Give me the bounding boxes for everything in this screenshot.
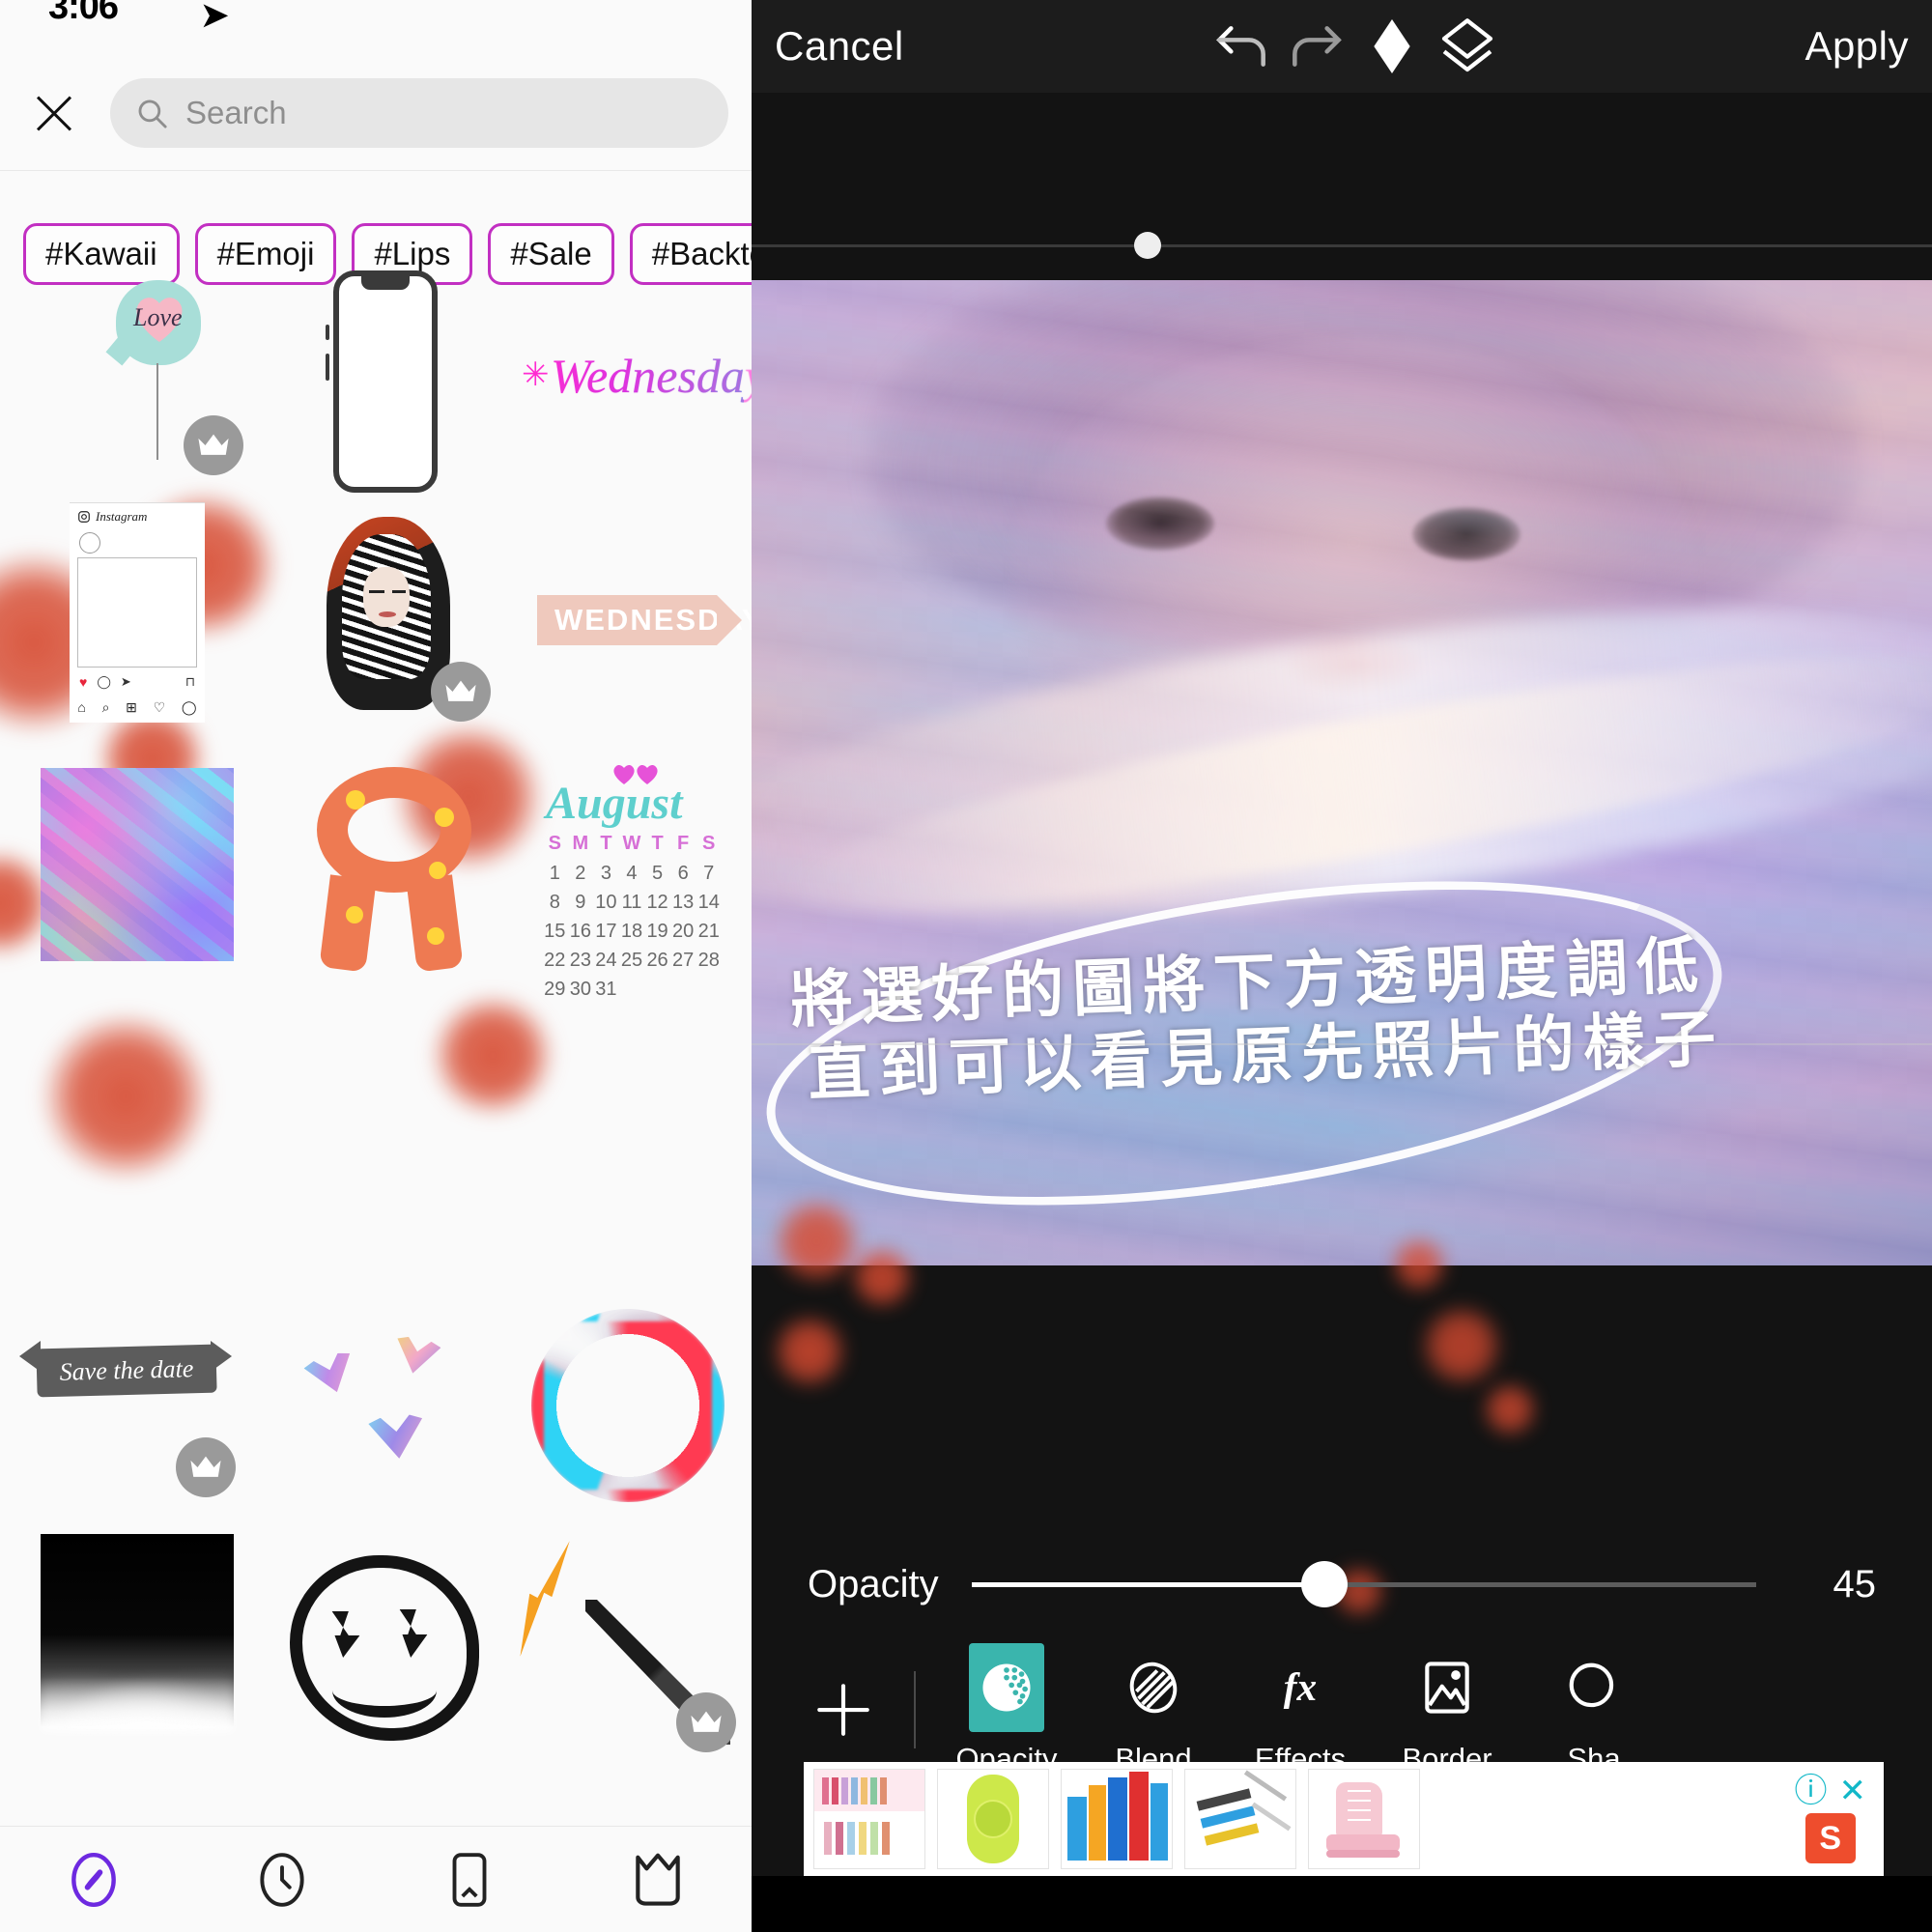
- undo-button[interactable]: [1204, 9, 1279, 84]
- layers-icon: [1441, 18, 1493, 72]
- discover-icon: [71, 1852, 117, 1907]
- layer-slider-track[interactable]: [752, 244, 1932, 247]
- layers-button[interactable]: [1430, 9, 1505, 84]
- tool-border[interactable]: Border: [1374, 1643, 1520, 1776]
- wednesday-neon-sticker[interactable]: ✳ Wednesday: [522, 348, 752, 415]
- holographic-square-sticker[interactable]: [41, 768, 234, 961]
- instagram-camera-icon: [78, 511, 90, 523]
- plus-icon: [817, 1684, 869, 1736]
- opacity-slider-knob[interactable]: [1301, 1560, 1349, 1607]
- close-ad-icon[interactable]: ✕: [1839, 1775, 1867, 1807]
- add-layer-button[interactable]: [790, 1678, 896, 1742]
- editor-toolbar: Cancel Apply: [752, 0, 1932, 93]
- home-indicator-area: [752, 1876, 1932, 1932]
- premium-crown-badge[interactable]: [184, 415, 243, 475]
- orange-scarf-sticker[interactable]: [307, 761, 500, 974]
- heart-blob: [771, 1314, 848, 1389]
- tool-shadow[interactable]: Sha: [1520, 1643, 1667, 1776]
- heart-blob: [1418, 1304, 1505, 1387]
- header-divider: [0, 170, 752, 171]
- status-time: 3:06: [48, 0, 119, 27]
- chip-backtoschool[interactable]: #BacktoSchool: [629, 223, 752, 285]
- photo-canvas[interactable]: 將選好的圖將下方透明度調低 直到可以看見原先照片的樣子: [752, 280, 1932, 1265]
- butterflies-sticker[interactable]: [299, 1333, 473, 1488]
- chip-emoji[interactable]: #Emoji: [194, 223, 337, 285]
- opacity-slider-fill: [971, 1581, 1325, 1587]
- redo-icon: [1293, 26, 1342, 67]
- opacity-label: Opacity: [808, 1562, 939, 1605]
- cancel-button[interactable]: Cancel: [775, 23, 904, 70]
- shadow-icon: [1569, 1662, 1614, 1708]
- save-the-date-banner-sticker[interactable]: Save the date: [19, 1333, 242, 1497]
- undo-icon: [1216, 26, 1266, 67]
- orange-lightning-sticker[interactable]: [551, 1536, 752, 1758]
- status-bar: 3:06: [0, 0, 752, 43]
- ad-banner[interactable]: ⓘ ✕ S: [804, 1762, 1884, 1876]
- layer-slider-knob[interactable]: [1134, 232, 1161, 259]
- tool-effects[interactable]: fx Effects: [1227, 1643, 1374, 1776]
- redo-button[interactable]: [1279, 9, 1354, 84]
- chip-kawaii[interactable]: #Kawaii: [23, 223, 180, 285]
- ad-item-lipstick-set[interactable]: [813, 1769, 925, 1869]
- apply-button[interactable]: Apply: [1804, 23, 1909, 70]
- saved-bookmark-icon: [452, 1852, 487, 1907]
- close-icon[interactable]: [23, 82, 85, 144]
- sidebar-item-discover[interactable]: [45, 1832, 142, 1928]
- canvas-guide-line: [752, 1043, 1932, 1045]
- search-input[interactable]: Search: [110, 78, 728, 148]
- love-balloon-sticker[interactable]: Love: [105, 280, 280, 493]
- search-placeholder: Search: [185, 95, 287, 130]
- tool-opacity[interactable]: Opacity: [933, 1643, 1080, 1776]
- chip-sale[interactable]: #Sale: [488, 223, 614, 285]
- app-root: 3:06 ➤ Search #Kawaii #Emoji #Lips #Sale…: [0, 0, 1932, 1932]
- photo-editor-panel: Cancel Apply 將選好的圖將下方透明度調低 直到可以看見原先照片的樣子…: [752, 0, 1932, 1932]
- premium-crown-badge[interactable]: [176, 1437, 236, 1497]
- august-calendar-sticker[interactable]: August SMTWTFS 1234567 8 9 10 11 12 13 14 15 16…: [536, 771, 729, 1000]
- editor-tools-row: Opacity Blend fx Effects Border Sha: [752, 1642, 1932, 1777]
- opacity-dots-icon: [982, 1663, 1031, 1712]
- search-icon: [138, 99, 167, 128]
- opacity-value: 45: [1833, 1562, 1877, 1605]
- premium-crown-badge[interactable]: [676, 1692, 736, 1752]
- sidebar-item-premium[interactable]: [610, 1832, 706, 1928]
- ad-controls: ⓘ ✕ S: [1795, 1775, 1875, 1863]
- info-icon[interactable]: ⓘ: [1795, 1775, 1828, 1807]
- heart-blob: [430, 995, 555, 1116]
- eraser-button[interactable]: [1354, 9, 1430, 84]
- bottom-nav: [0, 1826, 752, 1932]
- border-frame-icon: [1425, 1662, 1469, 1714]
- sticker-picker-panel: 3:06 ➤ Search #Kawaii #Emoji #Lips #Sale…: [0, 0, 752, 1932]
- sidebar-item-recent[interactable]: [234, 1832, 330, 1928]
- heart-blob: [1481, 1381, 1539, 1437]
- tool-blend[interactable]: Blend: [1080, 1643, 1227, 1776]
- recent-clock-icon: [260, 1852, 304, 1907]
- shopee-logo: S: [1804, 1813, 1856, 1863]
- location-arrow-icon: ➤: [201, 0, 229, 34]
- svg-text:fx: fx: [1284, 1664, 1317, 1709]
- premium-crown-badge[interactable]: [431, 662, 491, 722]
- ad-item-green-watch[interactable]: [937, 1769, 1049, 1869]
- eraser-icon: [1374, 19, 1410, 73]
- search-row: Search: [0, 60, 752, 166]
- black-smoke-sticker[interactable]: [41, 1534, 239, 1732]
- sticker-grid: Love ✳ Wednesday Instagram ♥ ◯ ➤ ⊓ ⌂ ⌕ ⊞…: [0, 270, 752, 1826]
- calendar-month: August: [546, 778, 683, 829]
- fx-icon: fx: [1284, 1664, 1317, 1709]
- premium-crown-icon: [636, 1853, 680, 1906]
- sidebar-item-saved[interactable]: [421, 1832, 518, 1928]
- ad-item-stationery-boxes[interactable]: [1061, 1769, 1173, 1869]
- heart-blob: [39, 1014, 213, 1179]
- iphone-mockup-sticker[interactable]: [326, 270, 440, 502]
- neon-ring-sticker[interactable]: [531, 1309, 734, 1512]
- wednesday-tag-sticker[interactable]: WEDNESDAY: [537, 595, 752, 645]
- tools-divider: [914, 1671, 916, 1748]
- blend-icon: [1129, 1662, 1178, 1714]
- ad-item-pens-set[interactable]: [1184, 1769, 1296, 1869]
- smiley-face-sticker[interactable]: [290, 1555, 483, 1748]
- instagram-frame-sticker[interactable]: Instagram ♥ ◯ ➤ ⊓ ⌂ ⌕ ⊞ ♡ ◯: [70, 502, 207, 724]
- opacity-slider-row: Opacity 45: [752, 1536, 1932, 1633]
- opacity-slider-track[interactable]: [971, 1560, 1756, 1607]
- ad-item-pink-boot[interactable]: [1308, 1769, 1420, 1869]
- girl-illustration-sticker[interactable]: [309, 507, 491, 724]
